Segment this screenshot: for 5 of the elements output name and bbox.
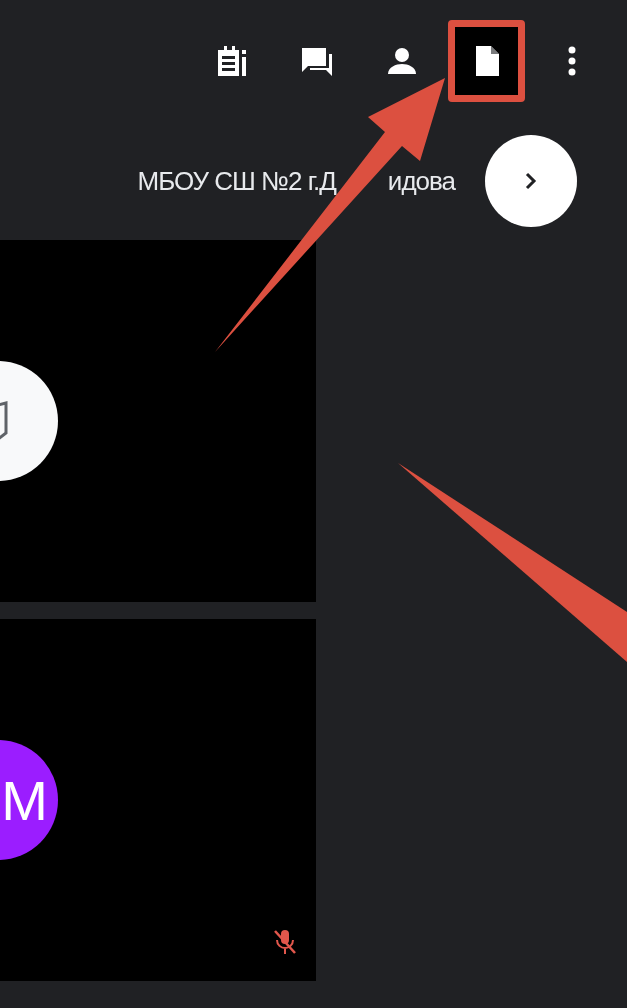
avatar-initial: М: [1, 767, 49, 833]
chevron-right-icon: [524, 171, 538, 191]
toolbar-button[interactable]: [448, 20, 525, 102]
meeting-title: МБОУ СШ №2 г.Д: [137, 165, 336, 197]
meeting-title: идова: [387, 165, 455, 197]
